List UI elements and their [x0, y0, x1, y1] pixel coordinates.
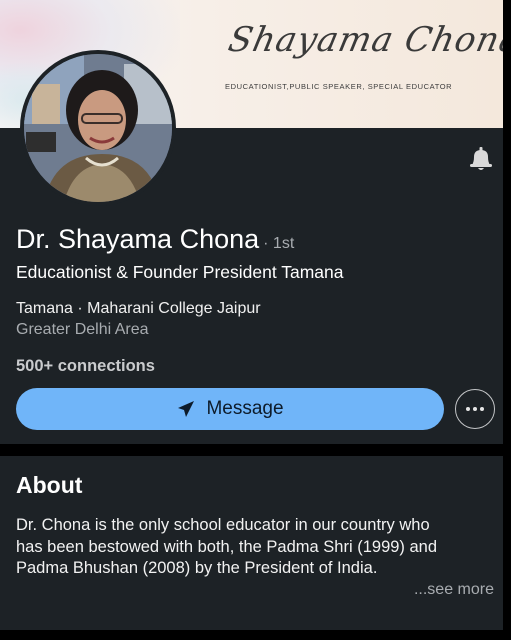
about-title: About: [16, 472, 83, 498]
profile-headline: Educationist & Founder President Tamana: [16, 262, 344, 282]
about-section: About Dr. Chona is the only school educa…: [0, 456, 503, 630]
profile-card: Shayama Chona EDUCATIONIST,PUBLIC SPEAKE…: [0, 0, 503, 444]
about-text-line: Dr. Chona is the only school educator in…: [16, 516, 430, 534]
notification-bell-icon[interactable]: [466, 144, 496, 174]
banner-signature: Shayama Chona: [224, 20, 503, 60]
about-text-line: Padma Bhushan (2008) by the President of…: [16, 559, 378, 577]
more-horizontal-icon-dot: [480, 407, 484, 411]
profile-name: Dr. Shayama Chona: [16, 224, 260, 254]
more-horizontal-icon-dot: [473, 407, 477, 411]
message-button[interactable]: Message: [16, 388, 444, 430]
send-icon: [178, 401, 195, 417]
profile-name-row: Dr. Shayama Chona · 1st: [16, 224, 294, 255]
banner-subtitle: EDUCATIONIST,PUBLIC SPEAKER, SPECIAL EDU…: [225, 82, 453, 91]
connections-count[interactable]: 500+ connections: [16, 357, 155, 376]
avatar[interactable]: [20, 50, 176, 206]
about-text-line: has been bestowed with both, the Padma S…: [16, 537, 438, 556]
more-options-button[interactable]: [455, 389, 495, 429]
message-button-label: Message: [206, 398, 284, 419]
profile-location: Greater Delhi Area: [16, 321, 149, 338]
profile-company[interactable]: Tamana · Maharani College Jaipur: [16, 300, 261, 318]
see-more-link[interactable]: ...see more: [414, 581, 494, 599]
more-horizontal-icon-dot: [466, 407, 470, 411]
connection-degree: · 1st: [263, 235, 295, 252]
about-text: Dr. Chona is the only school educator in…: [16, 515, 496, 580]
